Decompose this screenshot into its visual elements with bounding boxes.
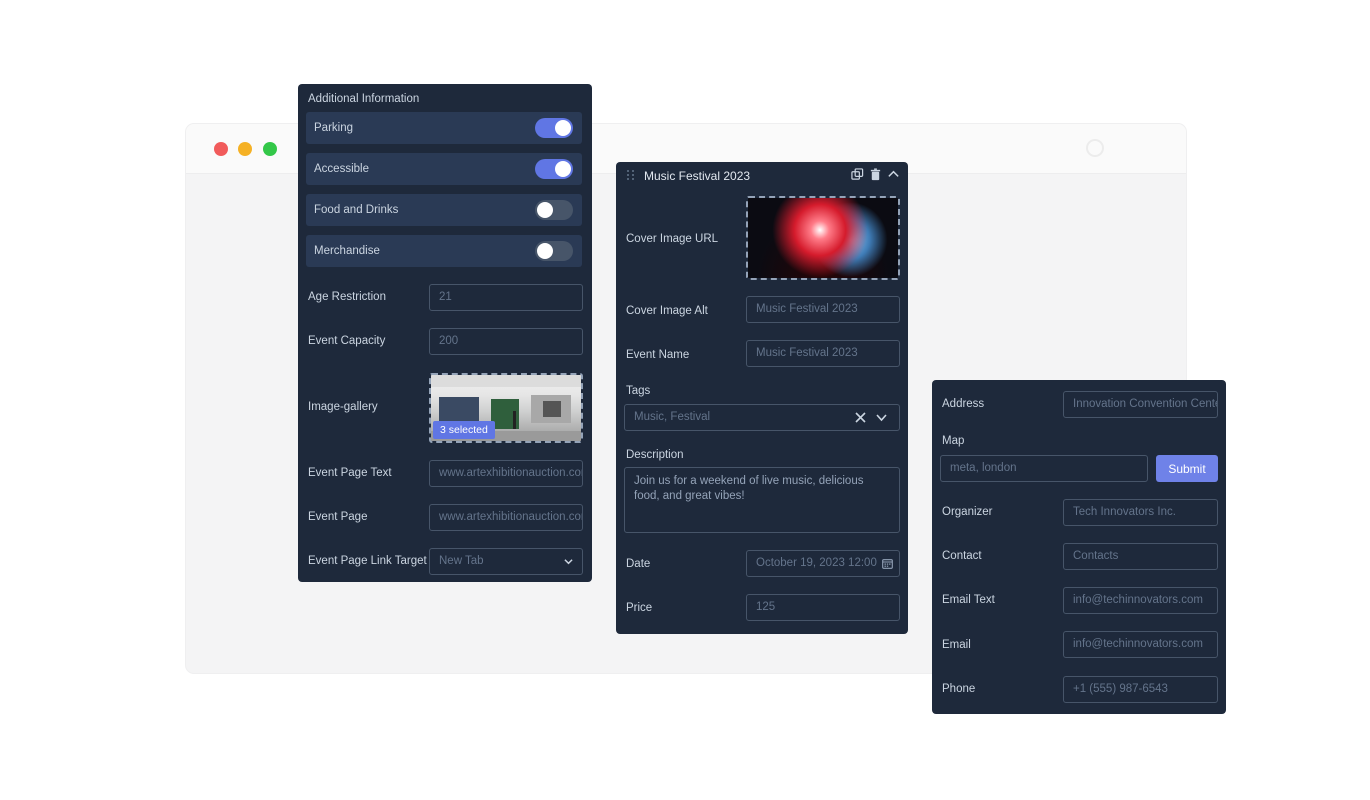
refresh-icon[interactable] <box>1086 139 1104 157</box>
food-and-drinks-switch[interactable] <box>535 200 573 220</box>
phone-input[interactable]: +1 (555) 987-6543 <box>1063 676 1218 703</box>
switch-knob <box>537 243 553 259</box>
toggle-row-food-and-drinks[interactable]: Food and Drinks <box>306 194 582 226</box>
tags-select[interactable]: Music, Festival <box>624 404 900 431</box>
price-label: Price <box>626 602 653 614</box>
age-restriction-input[interactable]: 21 <box>429 284 583 311</box>
maximize-window-dot[interactable] <box>263 142 277 156</box>
toggle-label: Accessible <box>314 163 369 175</box>
accessible-switch[interactable] <box>535 159 573 179</box>
cover-image-url-label: Cover Image URL <box>626 233 719 245</box>
event-page-text-input[interactable]: www.artexhibitionauction.com <box>429 460 583 487</box>
event-panel-title: Music Festival 2023 <box>644 169 751 183</box>
email-input[interactable]: info@techinnovators.com <box>1063 631 1218 658</box>
event-name-input[interactable]: Music Festival 2023 <box>746 340 900 367</box>
close-window-dot[interactable] <box>214 142 228 156</box>
event-name-label: Event Name <box>626 349 690 361</box>
clear-icon[interactable] <box>855 412 866 423</box>
trash-icon[interactable] <box>869 168 882 181</box>
event-page-link-target-label: Event Page Link Target <box>308 555 427 567</box>
event-capacity-input[interactable]: 200 <box>429 328 583 355</box>
contact-input[interactable]: Contacts <box>1063 543 1218 570</box>
contact-label: Contact <box>942 550 982 562</box>
merchandise-switch[interactable] <box>535 241 573 261</box>
calendar-icon[interactable] <box>882 558 893 569</box>
toggle-row-merchandise[interactable]: Merchandise <box>306 235 582 267</box>
map-submit-button[interactable]: Submit <box>1156 455 1218 482</box>
event-details-panel: Music Festival 2023 Cover Image URL Cove… <box>616 162 908 634</box>
date-label: Date <box>626 558 651 570</box>
additional-information-panel: Additional Information Parking Accessibl… <box>298 84 592 582</box>
toggle-row-accessible[interactable]: Accessible <box>306 153 582 185</box>
image-gallery-dropzone[interactable]: 3 selected <box>429 373 583 443</box>
panel-actions <box>851 168 900 181</box>
toggle-label: Merchandise <box>314 245 380 257</box>
location-contact-panel: Address Innovation Convention Center Map… <box>932 380 1226 714</box>
description-label: Description <box>626 449 684 461</box>
link-target-select[interactable]: New Tab <box>429 548 583 575</box>
organizer-label: Organizer <box>942 506 993 518</box>
chevron-down-icon[interactable] <box>876 413 887 422</box>
toggle-label: Food and Drinks <box>314 204 399 216</box>
parking-switch[interactable] <box>535 118 573 138</box>
cover-image-alt-input[interactable]: Music Festival 2023 <box>746 296 900 323</box>
email-text-label: Email Text <box>942 594 995 606</box>
event-page-label: Event Page <box>308 511 368 523</box>
organizer-input[interactable]: Tech Innovators Inc. <box>1063 499 1218 526</box>
tags-value: Music, Festival <box>634 411 711 423</box>
drag-handle-icon[interactable] <box>626 169 635 181</box>
event-capacity-label: Event Capacity <box>308 335 386 347</box>
tags-label: Tags <box>626 385 651 397</box>
cover-image <box>748 198 898 278</box>
description-textarea[interactable]: Join us for a weekend of live music, del… <box>624 467 900 533</box>
date-value: October 19, 2023 12:00 <box>756 557 877 569</box>
minimize-window-dot[interactable] <box>238 142 252 156</box>
price-input[interactable]: 125 <box>746 594 900 621</box>
address-label: Address <box>942 398 985 410</box>
switch-knob <box>555 120 571 136</box>
image-gallery-label: Image-gallery <box>308 401 378 413</box>
cover-image-alt-label: Cover Image Alt <box>626 305 708 317</box>
link-target-value: New Tab <box>439 555 484 567</box>
chevron-up-icon[interactable] <box>887 168 900 181</box>
toggle-row-parking[interactable]: Parking <box>306 112 582 144</box>
phone-label: Phone <box>942 683 976 695</box>
map-search-input[interactable]: meta, london <box>940 455 1148 482</box>
address-input[interactable]: Innovation Convention Center <box>1063 391 1218 418</box>
panel-title: Additional Information <box>308 93 420 105</box>
event-page-input[interactable]: www.artexhibitionauction.com <box>429 504 583 531</box>
toggle-label: Parking <box>314 122 353 134</box>
age-restriction-label: Age Restriction <box>308 291 386 303</box>
switch-knob <box>537 202 553 218</box>
date-input[interactable]: October 19, 2023 12:00 <box>746 550 900 577</box>
email-text-input[interactable]: info@techinnovators.com <box>1063 587 1218 614</box>
duplicate-icon[interactable] <box>851 168 864 181</box>
map-label: Map <box>942 435 965 447</box>
switch-knob <box>555 161 571 177</box>
email-label: Email <box>942 639 971 651</box>
event-page-text-label: Event Page Text <box>308 467 392 479</box>
selected-count-badge: 3 selected <box>433 421 495 439</box>
chevron-down-icon <box>564 559 573 565</box>
cover-image-dropzone[interactable] <box>746 196 900 280</box>
